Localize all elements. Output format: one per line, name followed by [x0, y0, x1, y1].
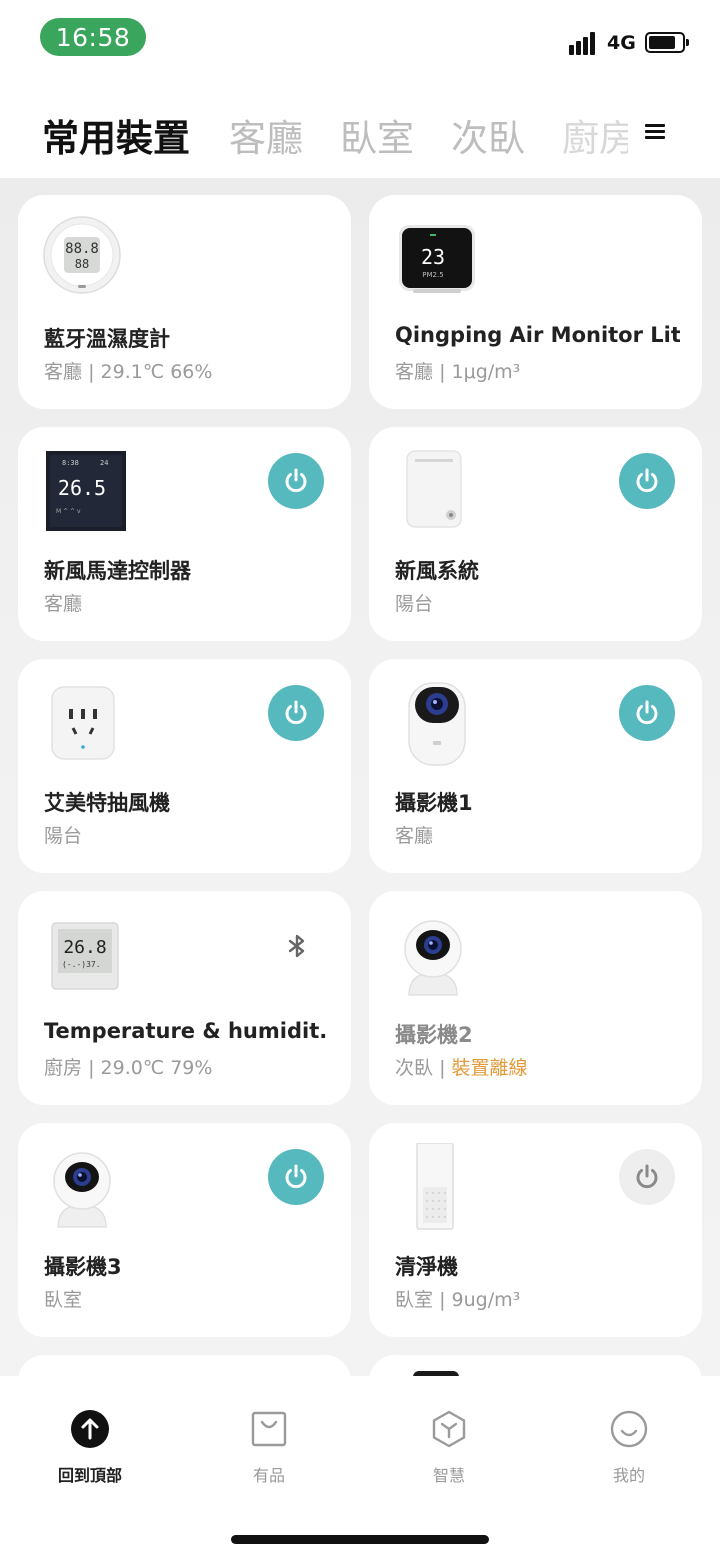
smile-icon: [610, 1410, 648, 1448]
fresh-air-unit-icon: [393, 447, 481, 535]
device-card[interactable]: 攝影機2 次臥 | 裝置離線: [369, 891, 702, 1105]
svg-text:PM2.5: PM2.5: [422, 271, 443, 279]
nav-label: 有品: [252, 1466, 285, 1485]
device-name: 清淨機: [395, 1255, 458, 1279]
device-name: Qingping Air Monitor Lite: [395, 323, 680, 347]
nav-youpin[interactable]: 有品: [209, 1410, 329, 1486]
menu-icon[interactable]: [645, 124, 665, 140]
offline-status: 裝置離線: [451, 1057, 528, 1079]
thermostat-panel-icon: 8:38 24 26.5 M ^ ^ v: [42, 447, 130, 535]
air-monitor-icon: 23 PM2.5: [393, 215, 481, 303]
device-status: 客廳: [44, 593, 83, 615]
bottom-nav: 回到頂部 有品 智慧 我的: [0, 1376, 720, 1558]
device-card[interactable]: 攝影機1 客廳: [369, 659, 702, 873]
svg-text:(-.-)37.: (-.-)37.: [62, 960, 101, 969]
camera-pro-icon: [393, 679, 481, 767]
device-card[interactable]: 攝影機3 臥室: [18, 1123, 351, 1337]
status-bar: 16:58 4G: [0, 0, 720, 78]
network-type: 4G: [607, 32, 636, 54]
svg-text:88.8: 88.8: [65, 241, 99, 257]
svg-text:8:38: 8:38: [62, 459, 79, 467]
nav-label: 智慧: [432, 1466, 465, 1485]
device-status: 臥室 | 9ug/m³: [395, 1289, 521, 1311]
device-card[interactable]: [18, 1355, 351, 1376]
tab-living-room[interactable]: 客廳: [229, 108, 303, 162]
device-status: 客廳 | 29.1℃ 66%: [44, 361, 213, 383]
nav-back-to-top[interactable]: 回到頂部: [30, 1410, 150, 1486]
power-button[interactable]: [619, 685, 675, 741]
device-name: Temperature & humidit...: [44, 1019, 329, 1043]
tab-bedroom[interactable]: 臥室: [340, 108, 414, 162]
svg-text:26.8: 26.8: [63, 937, 106, 958]
device-card[interactable]: 艾美特抽風機 陽台: [18, 659, 351, 873]
thermometer-square-icon: 26.8 (-.-)37.: [42, 911, 130, 999]
device-card[interactable]: 23 PM2.5 Qingping Air Monitor Lite 客廳 | …: [369, 195, 702, 409]
nav-profile[interactable]: 我的: [569, 1410, 689, 1486]
home-indicator[interactable]: [231, 1535, 489, 1544]
device-name: 攝影機3: [44, 1255, 122, 1279]
signal-icon: [569, 31, 599, 55]
device-card[interactable]: 8:38 24 26.5 M ^ ^ v 新風馬達控制器 客廳: [18, 427, 351, 641]
camera-icon: [393, 911, 481, 999]
power-button[interactable]: [268, 453, 324, 509]
battery-icon: [645, 32, 689, 53]
status-time: 16:58: [40, 18, 146, 56]
device-name: 艾美特抽風機: [44, 791, 170, 815]
device-card[interactable]: [369, 1355, 702, 1376]
thermometer-round-icon: 88.8 88: [42, 215, 130, 303]
device-grid: 88.8 88 藍牙溫濕度計 客廳 | 29.1℃ 66% 23 PM2.5 Q…: [0, 178, 720, 1376]
tab-second-bedroom[interactable]: 次臥: [451, 108, 525, 162]
svg-text:M ^ ^ v: M ^ ^ v: [56, 508, 81, 515]
device-card[interactable]: 新風系統 陽台: [369, 427, 702, 641]
device-name: 新風系統: [395, 559, 479, 583]
nav-label: 回到頂部: [57, 1466, 122, 1485]
device-status: 次臥 | 裝置離線: [395, 1057, 528, 1079]
svg-text:24: 24: [100, 459, 108, 467]
device-name: 攝影機2: [395, 1023, 473, 1047]
camera-icon: [42, 1143, 130, 1231]
tab-kitchen[interactable]: 廚房: [562, 108, 628, 162]
device-status: 廚房 | 29.0℃ 79%: [44, 1057, 213, 1079]
device-name: 攝影機1: [395, 791, 473, 815]
power-button[interactable]: [268, 685, 324, 741]
air-purifier-icon: [393, 1142, 481, 1231]
nav-label: 我的: [612, 1466, 645, 1485]
device-status: 客廳 | 1μg/m³: [395, 361, 521, 383]
power-button[interactable]: [619, 453, 675, 509]
device-name: 藍牙溫濕度計: [44, 327, 170, 351]
room-tabs: 常用裝置 客廳 臥室 次臥 廚房: [0, 78, 720, 178]
device-status: 臥室: [44, 1289, 83, 1311]
device-status: 陽台: [395, 593, 434, 615]
svg-text:88: 88: [75, 257, 89, 271]
svg-text:23: 23: [421, 245, 445, 269]
device-card[interactable]: 清淨機 臥室 | 9ug/m³: [369, 1123, 702, 1337]
device-card[interactable]: 88.8 88 藍牙溫濕度計 客廳 | 29.1℃ 66%: [18, 195, 351, 409]
svg-text:26.5: 26.5: [58, 476, 106, 500]
device-status: 客廳: [395, 825, 434, 847]
power-button[interactable]: [268, 1149, 324, 1205]
shopping-bag-icon: [250, 1410, 288, 1448]
power-button-off[interactable]: [619, 1149, 675, 1205]
smart-plug-icon: [42, 679, 130, 767]
nav-smart[interactable]: 智慧: [389, 1410, 509, 1486]
bluetooth-icon: [282, 931, 312, 961]
arrow-up-icon: [71, 1410, 109, 1448]
device-name: 新風馬達控制器: [44, 559, 191, 583]
device-card[interactable]: 26.8 (-.-)37. Temperature & humidit... 廚…: [18, 891, 351, 1105]
device-status: 陽台: [44, 825, 83, 847]
tab-favorites[interactable]: 常用裝置: [42, 108, 190, 162]
smart-hexagon-icon: [430, 1410, 468, 1448]
